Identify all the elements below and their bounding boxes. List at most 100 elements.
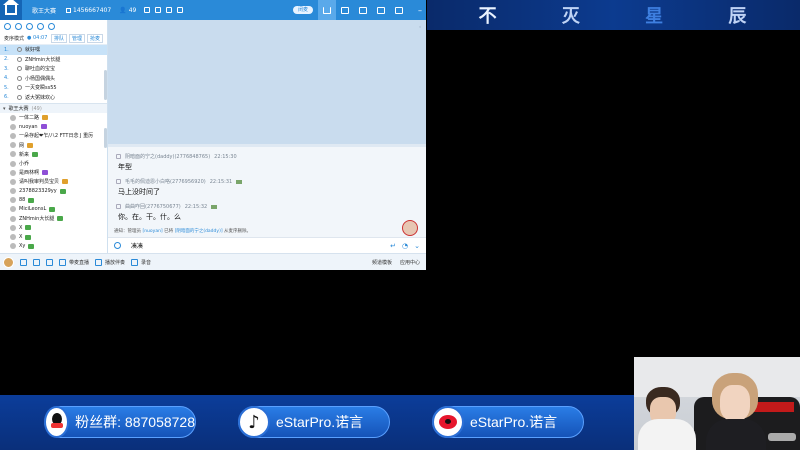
- message-header: 曲曲咋回(2776750677) 22:15:32: [116, 203, 426, 210]
- list-item[interactable]: 新来: [0, 150, 107, 159]
- notice-target[interactable]: [阴暗面的宁之(daddy)]: [175, 229, 223, 234]
- list-item[interactable]: ZNHmin大长腿: [0, 214, 107, 223]
- list-item[interactable]: X: [0, 223, 107, 232]
- list-item[interactable]: 网: [0, 141, 107, 150]
- list-item[interactable]: 小乔: [0, 159, 107, 168]
- tab-mail[interactable]: [390, 0, 408, 20]
- user-icon: 👤: [119, 6, 127, 14]
- avatar: [10, 169, 16, 176]
- grid-icon: [377, 6, 385, 14]
- avatar: [10, 114, 16, 121]
- list-item[interactable]: 一体二路: [0, 113, 107, 122]
- banner-char: 灭: [561, 6, 582, 27]
- group-id-text: 1456667407: [73, 6, 112, 14]
- tab-home[interactable]: [318, 0, 336, 20]
- list-item[interactable]: 4. 小杨国偶偶头: [0, 74, 107, 84]
- badge-icon: [57, 216, 64, 222]
- tab-more[interactable]: [372, 0, 390, 20]
- message-sender[interactable]: 毛毛的佩迪恩小白咯(2776956920): [125, 178, 206, 185]
- banner-char: 星: [645, 6, 666, 27]
- music-icon[interactable]: [95, 258, 103, 266]
- tab-window[interactable]: [336, 0, 354, 20]
- home-icon: [323, 6, 331, 14]
- list-item[interactable]: 5. 一灭变瞬ss55: [0, 83, 107, 93]
- title-icons: [144, 7, 184, 13]
- manage-button[interactable]: 管理: [68, 33, 85, 43]
- list-item[interactable]: 3. 聊吐血的宝宝: [0, 64, 107, 74]
- play-accompaniment-button[interactable]: 播放伴奏: [105, 259, 125, 266]
- bottom-right: 频道模板 应用中心: [372, 259, 426, 266]
- app-center-button[interactable]: 应用中心: [400, 259, 420, 266]
- live-mic-button[interactable]: 带麦直播: [69, 259, 89, 266]
- record-button[interactable]: 录音: [141, 259, 151, 266]
- member-name: X: [19, 234, 23, 241]
- headset-icon[interactable]: [46, 258, 53, 266]
- list-item[interactable]: 是西林啊: [0, 168, 107, 177]
- message-time: 22:15:31: [209, 178, 233, 185]
- expand-icon[interactable]: ⌄: [414, 242, 420, 250]
- badge-icon: [62, 179, 69, 185]
- avatar[interactable]: [3, 256, 14, 268]
- queue-name: 返大粥妹欢心: [25, 94, 56, 101]
- title-bar: 歌王大赛 1456667407 👤 49 闭麦 –: [0, 0, 426, 20]
- scrollbar[interactable]: [104, 128, 107, 148]
- message-sender[interactable]: 阴暗面的宁之(daddy)(2776848765): [125, 153, 210, 160]
- avatar: [10, 132, 16, 139]
- chat-icon[interactable]: [15, 22, 22, 30]
- minimize-icon[interactable]: –: [414, 0, 426, 20]
- tab-game[interactable]: [354, 0, 372, 20]
- list-item[interactable]: 88: [0, 196, 107, 205]
- grab-mic-button[interactable]: 抢麦: [86, 33, 103, 43]
- badge-icon: [27, 142, 34, 148]
- channel-header[interactable]: ▾ 歌王大赛 (49): [0, 103, 107, 113]
- floating-avatar[interactable]: [402, 220, 418, 236]
- info-icon[interactable]: [177, 7, 184, 13]
- banner-char: 不: [478, 6, 499, 27]
- window-title: 歌王大赛: [32, 7, 57, 15]
- mic-buttons: 排队 管理 抢麦: [50, 33, 107, 43]
- more-icon[interactable]: ◦: [418, 24, 422, 31]
- mic-toggle[interactable]: 闭麦: [293, 6, 313, 14]
- mic-settings-icon[interactable]: [33, 258, 40, 266]
- member-name: 新来: [19, 151, 30, 158]
- live-icon[interactable]: [59, 258, 66, 266]
- list-item[interactable]: X: [0, 232, 107, 241]
- file-icon[interactable]: [37, 22, 44, 30]
- level-icon: [236, 179, 243, 184]
- send-icon[interactable]: ↵: [390, 242, 396, 250]
- list-item[interactable]: 2378823329yy: [0, 187, 107, 196]
- list-item[interactable]: 6. 返大粥妹欢心: [0, 93, 107, 103]
- app-icon[interactable]: [48, 22, 55, 30]
- mic-icon[interactable]: [4, 22, 11, 30]
- emoji-icon[interactable]: [114, 242, 121, 249]
- settings-icon[interactable]: [155, 7, 162, 13]
- list-item[interactable]: Xy: [0, 242, 107, 251]
- share-icon[interactable]: [166, 7, 173, 13]
- chat-area: 阴暗面的宁之(daddy)(2776848765) 22:15:30 年型 毛毛的…: [108, 147, 426, 237]
- list-item[interactable]: 请叫我审判员宝贝: [0, 177, 107, 186]
- message-sender[interactable]: 曲曲咋回(2776750677): [125, 203, 181, 210]
- list-item[interactable]: 1. 就好嘿: [0, 45, 107, 55]
- message-input[interactable]: 凑凑: [131, 241, 143, 250]
- list-item[interactable]: 2. ZNHmin大长腿: [0, 55, 107, 65]
- settings-icon[interactable]: [26, 22, 33, 30]
- scrollbar[interactable]: [104, 70, 107, 100]
- record-icon[interactable]: [131, 258, 139, 266]
- avatar: [10, 178, 16, 185]
- collapse-icon: ▾: [3, 105, 6, 112]
- queue-button[interactable]: 排队: [50, 33, 67, 43]
- avatar: [10, 151, 16, 158]
- input-bar: 凑凑 ↵ ◔ ⌄: [108, 237, 426, 253]
- user-icon: [116, 179, 121, 184]
- list-item[interactable]: 一朵存起❤乍/八2 FTT日念 J 重厉: [0, 131, 107, 140]
- chat-bubble-icon[interactable]: ◔: [402, 242, 408, 250]
- list-item[interactable]: MiciLeonsL: [0, 205, 107, 214]
- star-icon[interactable]: [144, 7, 151, 13]
- template-button[interactable]: 频道模板: [372, 259, 392, 266]
- id-icon: [66, 7, 72, 13]
- list-item[interactable]: nuoyan: [0, 122, 107, 131]
- avatar: [10, 142, 16, 149]
- home-logo-icon[interactable]: [0, 0, 22, 20]
- notice-actor[interactable]: [nuoyan]: [142, 229, 162, 234]
- audio-icon[interactable]: [20, 258, 27, 266]
